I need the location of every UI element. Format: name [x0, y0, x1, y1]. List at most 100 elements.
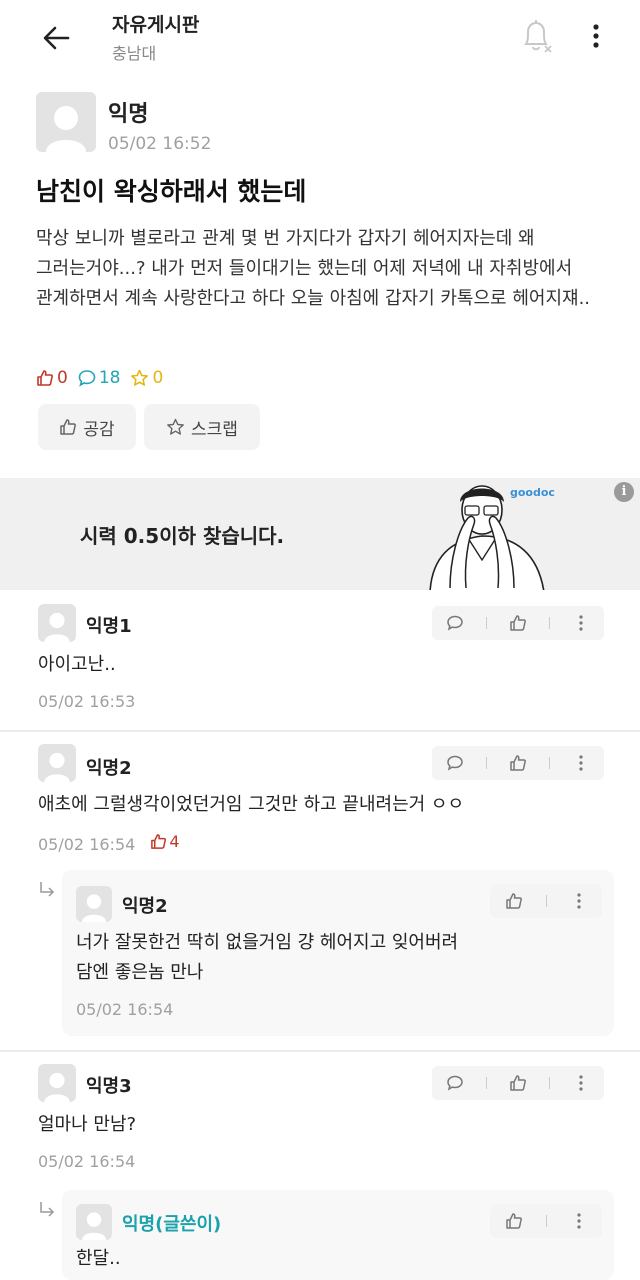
comment-text: 아이고난.. [38, 654, 116, 675]
comment-time: 05/02 16:54 [38, 835, 136, 854]
more-vertical-icon [576, 1213, 581, 1229]
toolbar-separator [549, 757, 550, 769]
reply-text-line: 담엔 좋은놈 만나 [76, 962, 204, 983]
reply-button[interactable] [440, 748, 470, 778]
ad-text: 시력 0.5이하 찾습니다. [80, 524, 285, 548]
reply-more-button[interactable] [564, 1206, 594, 1236]
post-title: 남친이 왁싱하래서 했는데 [36, 177, 307, 206]
info-icon[interactable]: i [614, 482, 634, 502]
comment-like-button[interactable] [503, 748, 533, 778]
toolbar-separator [549, 1077, 550, 1089]
reply-arrow-icon [40, 1202, 55, 1217]
reply-author: 익명2 [122, 896, 168, 917]
comment-icon [447, 755, 463, 771]
comment-like-button[interactable] [503, 1068, 533, 1098]
comment-divider [0, 730, 640, 732]
comment-like-count: 4 [150, 832, 180, 851]
default-avatar-icon [46, 106, 86, 152]
comment-toolbar [432, 1066, 604, 1100]
like-button[interactable]: 공감 [38, 404, 136, 450]
reply-avatar [76, 1204, 112, 1240]
comment-like-button[interactable] [503, 608, 533, 638]
scrap-count: 0 [152, 368, 164, 388]
reply-text-line: 너가 잘못한건 딱히 없을거임 걍 헤어지고 잊어버려 [76, 932, 459, 953]
comment-divider [0, 1050, 640, 1052]
more-vertical-icon [579, 755, 583, 771]
star-icon [167, 418, 184, 435]
reply-toolbar [490, 884, 602, 918]
like-stat: 0 [36, 368, 68, 388]
scrap-button[interactable]: 스크랩 [144, 404, 260, 450]
comment-toolbar [432, 746, 604, 780]
star-icon [131, 369, 149, 386]
reply-box: 익명(글쓴이) 한달.. [62, 1190, 614, 1280]
comment-icon [447, 1075, 463, 1091]
comment-like-value: 4 [169, 832, 180, 851]
thumbs-up-icon [151, 834, 167, 849]
like-button-label: 공감 [83, 419, 115, 440]
toolbar-separator [545, 895, 547, 907]
reply-more-button[interactable] [564, 886, 594, 916]
toolbar-separator [545, 1215, 547, 1227]
ad-banner[interactable]: 시력 0.5이하 찾습니다. goodoc i [0, 478, 640, 590]
default-avatar-icon [44, 612, 70, 642]
more-vertical-icon [579, 1075, 583, 1091]
more-options-button[interactable] [582, 18, 610, 54]
comment-text: 얼마나 만남? [38, 1114, 137, 1135]
reply-button[interactable] [440, 1068, 470, 1098]
reply-time: 05/02 16:54 [76, 1000, 174, 1019]
toolbar-separator [486, 757, 487, 769]
post-time: 05/02 16:52 [108, 134, 212, 154]
bell-off-icon [524, 20, 552, 53]
reply-button[interactable] [440, 608, 470, 638]
notification-button[interactable] [518, 16, 554, 56]
more-vertical-icon [576, 893, 581, 909]
default-avatar-icon [44, 752, 70, 782]
reply-author-writer: 익명(글쓴이) [122, 1214, 222, 1235]
back-button[interactable] [36, 18, 76, 58]
comment-time-row: 05/02 16:54 4 [38, 832, 180, 854]
more-vertical-icon [579, 615, 583, 631]
comment-author: 익명1 [86, 616, 132, 637]
toolbar-separator [486, 617, 487, 629]
comment-more-button[interactable] [566, 748, 596, 778]
post-author: 익명 [108, 102, 149, 127]
like-count: 0 [57, 368, 68, 388]
scrap-stat: 0 [130, 368, 163, 388]
reply-avatar [76, 886, 112, 922]
ad-illustration [429, 485, 545, 590]
comment-count: 18 [98, 368, 121, 388]
comment-avatar [38, 1064, 76, 1102]
thumbs-up-icon [60, 419, 77, 435]
post-stats: 0 18 0 [36, 366, 163, 390]
reply-toolbar [490, 1204, 602, 1238]
reply-like-button[interactable] [499, 1206, 529, 1236]
comment-icon [447, 615, 463, 631]
thumbs-up-icon [37, 370, 53, 386]
comment-toolbar [432, 606, 604, 640]
comment-time: 05/02 16:53 [38, 692, 136, 711]
comment-author: 익명3 [86, 1076, 132, 1097]
default-avatar-icon [44, 1072, 70, 1102]
reply-like-button[interactable] [499, 886, 529, 916]
comment-avatar [38, 744, 76, 782]
comment-icon [78, 370, 96, 387]
thumbs-up-icon [505, 1213, 522, 1229]
reply-text: 한달.. [76, 1248, 121, 1269]
toolbar-separator [549, 617, 550, 629]
comment-time: 05/02 16:54 [38, 1152, 136, 1171]
reply-arrow-icon [40, 882, 55, 897]
toolbar-separator [486, 1077, 487, 1089]
school-name: 충남대 [112, 44, 157, 63]
thumbs-up-icon [510, 1075, 526, 1091]
thumbs-up-icon [505, 893, 522, 909]
comment-more-button[interactable] [566, 1068, 596, 1098]
top-bar: 자유게시판 충남대 [0, 0, 640, 80]
scrap-button-label: 스크랩 [191, 419, 238, 440]
post-body: 막상 보니까 별로라고 관계 몇 번 가지다가 갑자기 헤어지자는데 왜 그러는… [36, 228, 591, 309]
comment-more-button[interactable] [566, 608, 596, 638]
reply-box: 익명2 너가 잘못한건 딱히 없을거임 걍 헤어지고 잊어버려 담엔 좋은놈 만… [62, 870, 614, 1036]
post-author-avatar [36, 92, 96, 152]
comment-author: 익명2 [86, 758, 132, 779]
default-avatar-icon [82, 1212, 106, 1240]
